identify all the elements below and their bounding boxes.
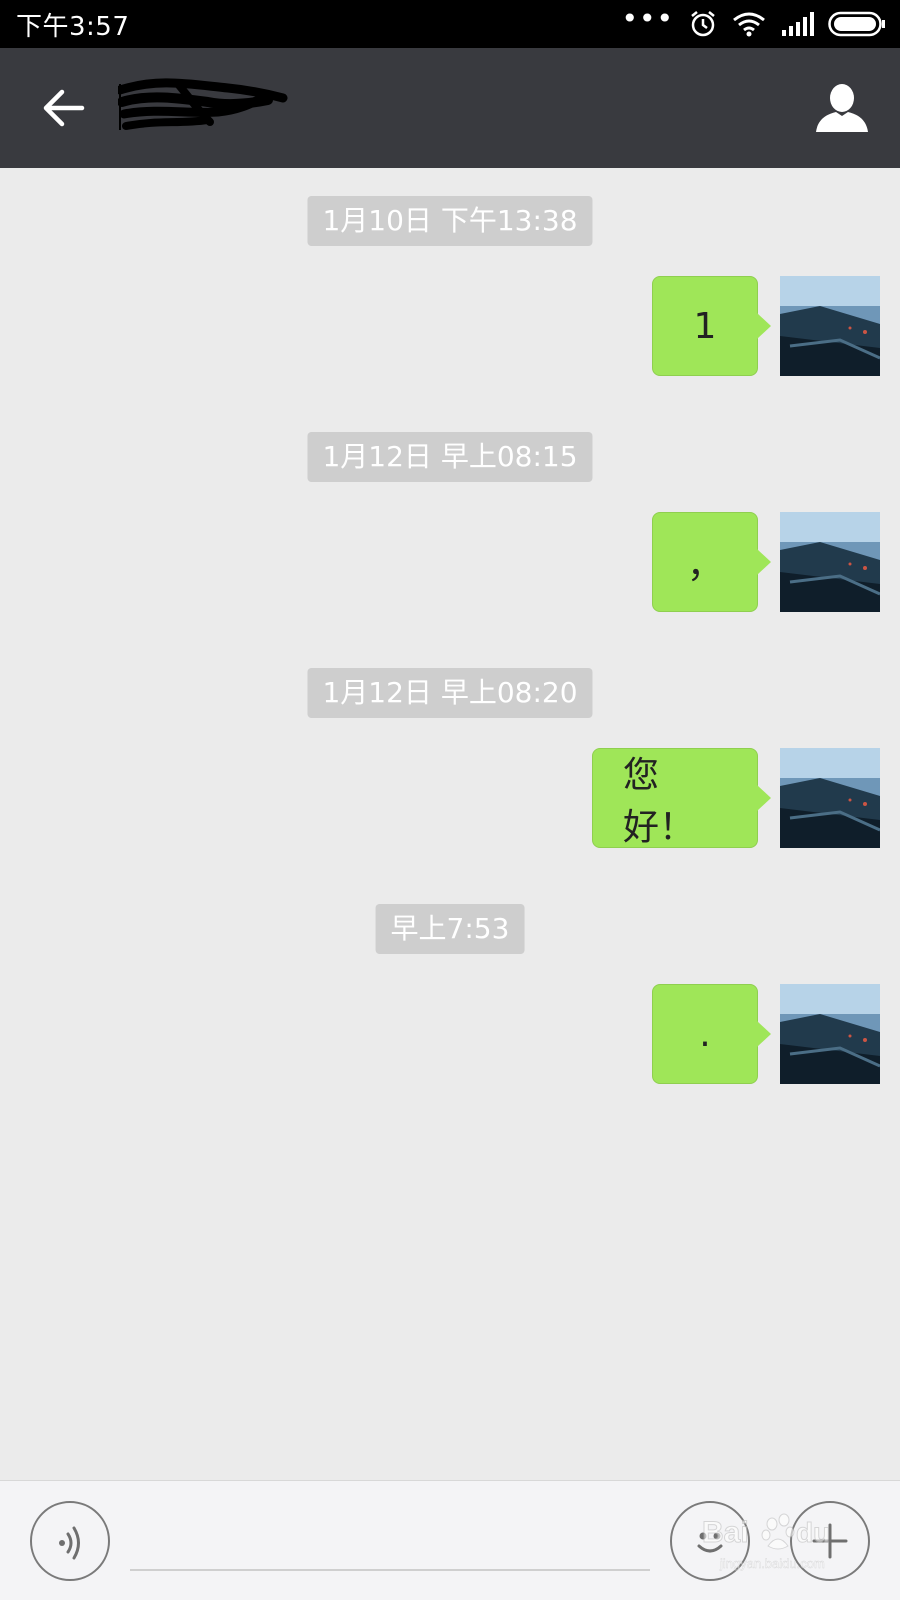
redaction-scribble	[115, 78, 288, 130]
more-button[interactable]	[790, 1501, 870, 1581]
avatar-image	[780, 984, 880, 1084]
arrow-left-icon	[43, 89, 85, 127]
message-bubble[interactable]: 1	[652, 276, 771, 376]
self-avatar[interactable]	[780, 984, 880, 1084]
chat-header	[0, 48, 900, 168]
message-bubble[interactable]: .	[652, 984, 771, 1084]
self-avatar[interactable]	[780, 276, 880, 376]
alarm-icon	[691, 11, 715, 37]
input-bar	[0, 1480, 900, 1600]
message-text: 您好！	[623, 755, 696, 848]
contact-info-button[interactable]	[804, 70, 880, 146]
back-button[interactable]	[18, 63, 108, 153]
battery-icon	[828, 11, 885, 37]
message-text: ，	[686, 545, 723, 586]
person-icon	[816, 84, 868, 132]
wifi-icon	[733, 12, 765, 37]
message-text: 1	[693, 305, 717, 347]
message-timestamp: 早上7:53	[375, 904, 525, 954]
avatar-image	[780, 512, 880, 612]
self-avatar[interactable]	[780, 748, 880, 848]
message-text: .	[699, 1013, 711, 1055]
self-avatar[interactable]	[780, 512, 880, 612]
message-timestamp: 1月12日 早上08:15	[307, 432, 593, 482]
contact-name	[115, 76, 288, 136]
voice-button[interactable]	[30, 1501, 110, 1581]
message-bubble[interactable]: ，	[652, 512, 771, 612]
plus-icon	[812, 1523, 848, 1559]
message-input[interactable]	[130, 1511, 650, 1571]
emoji-button[interactable]	[670, 1501, 750, 1581]
more-dots-icon: •••	[621, 2, 674, 35]
voice-icon	[59, 1526, 80, 1560]
status-bar: 下午3:57 •••	[0, 0, 900, 48]
chat-area[interactable]: 1月10日 下午13:38 1 1月12日 早上08:15 ， 1月12日 早上…	[0, 168, 900, 1480]
status-icons: •••	[621, 5, 886, 39]
message-timestamp: 1月10日 下午13:38	[307, 196, 593, 246]
message-bubble[interactable]: 您好！	[592, 748, 771, 848]
avatar-image	[780, 276, 880, 376]
status-time: 下午3:57	[16, 11, 130, 42]
message-timestamp: 1月12日 早上08:20	[307, 668, 593, 718]
emoji-icon	[697, 1532, 723, 1553]
signal-icon	[782, 12, 814, 36]
avatar-image	[780, 748, 880, 848]
